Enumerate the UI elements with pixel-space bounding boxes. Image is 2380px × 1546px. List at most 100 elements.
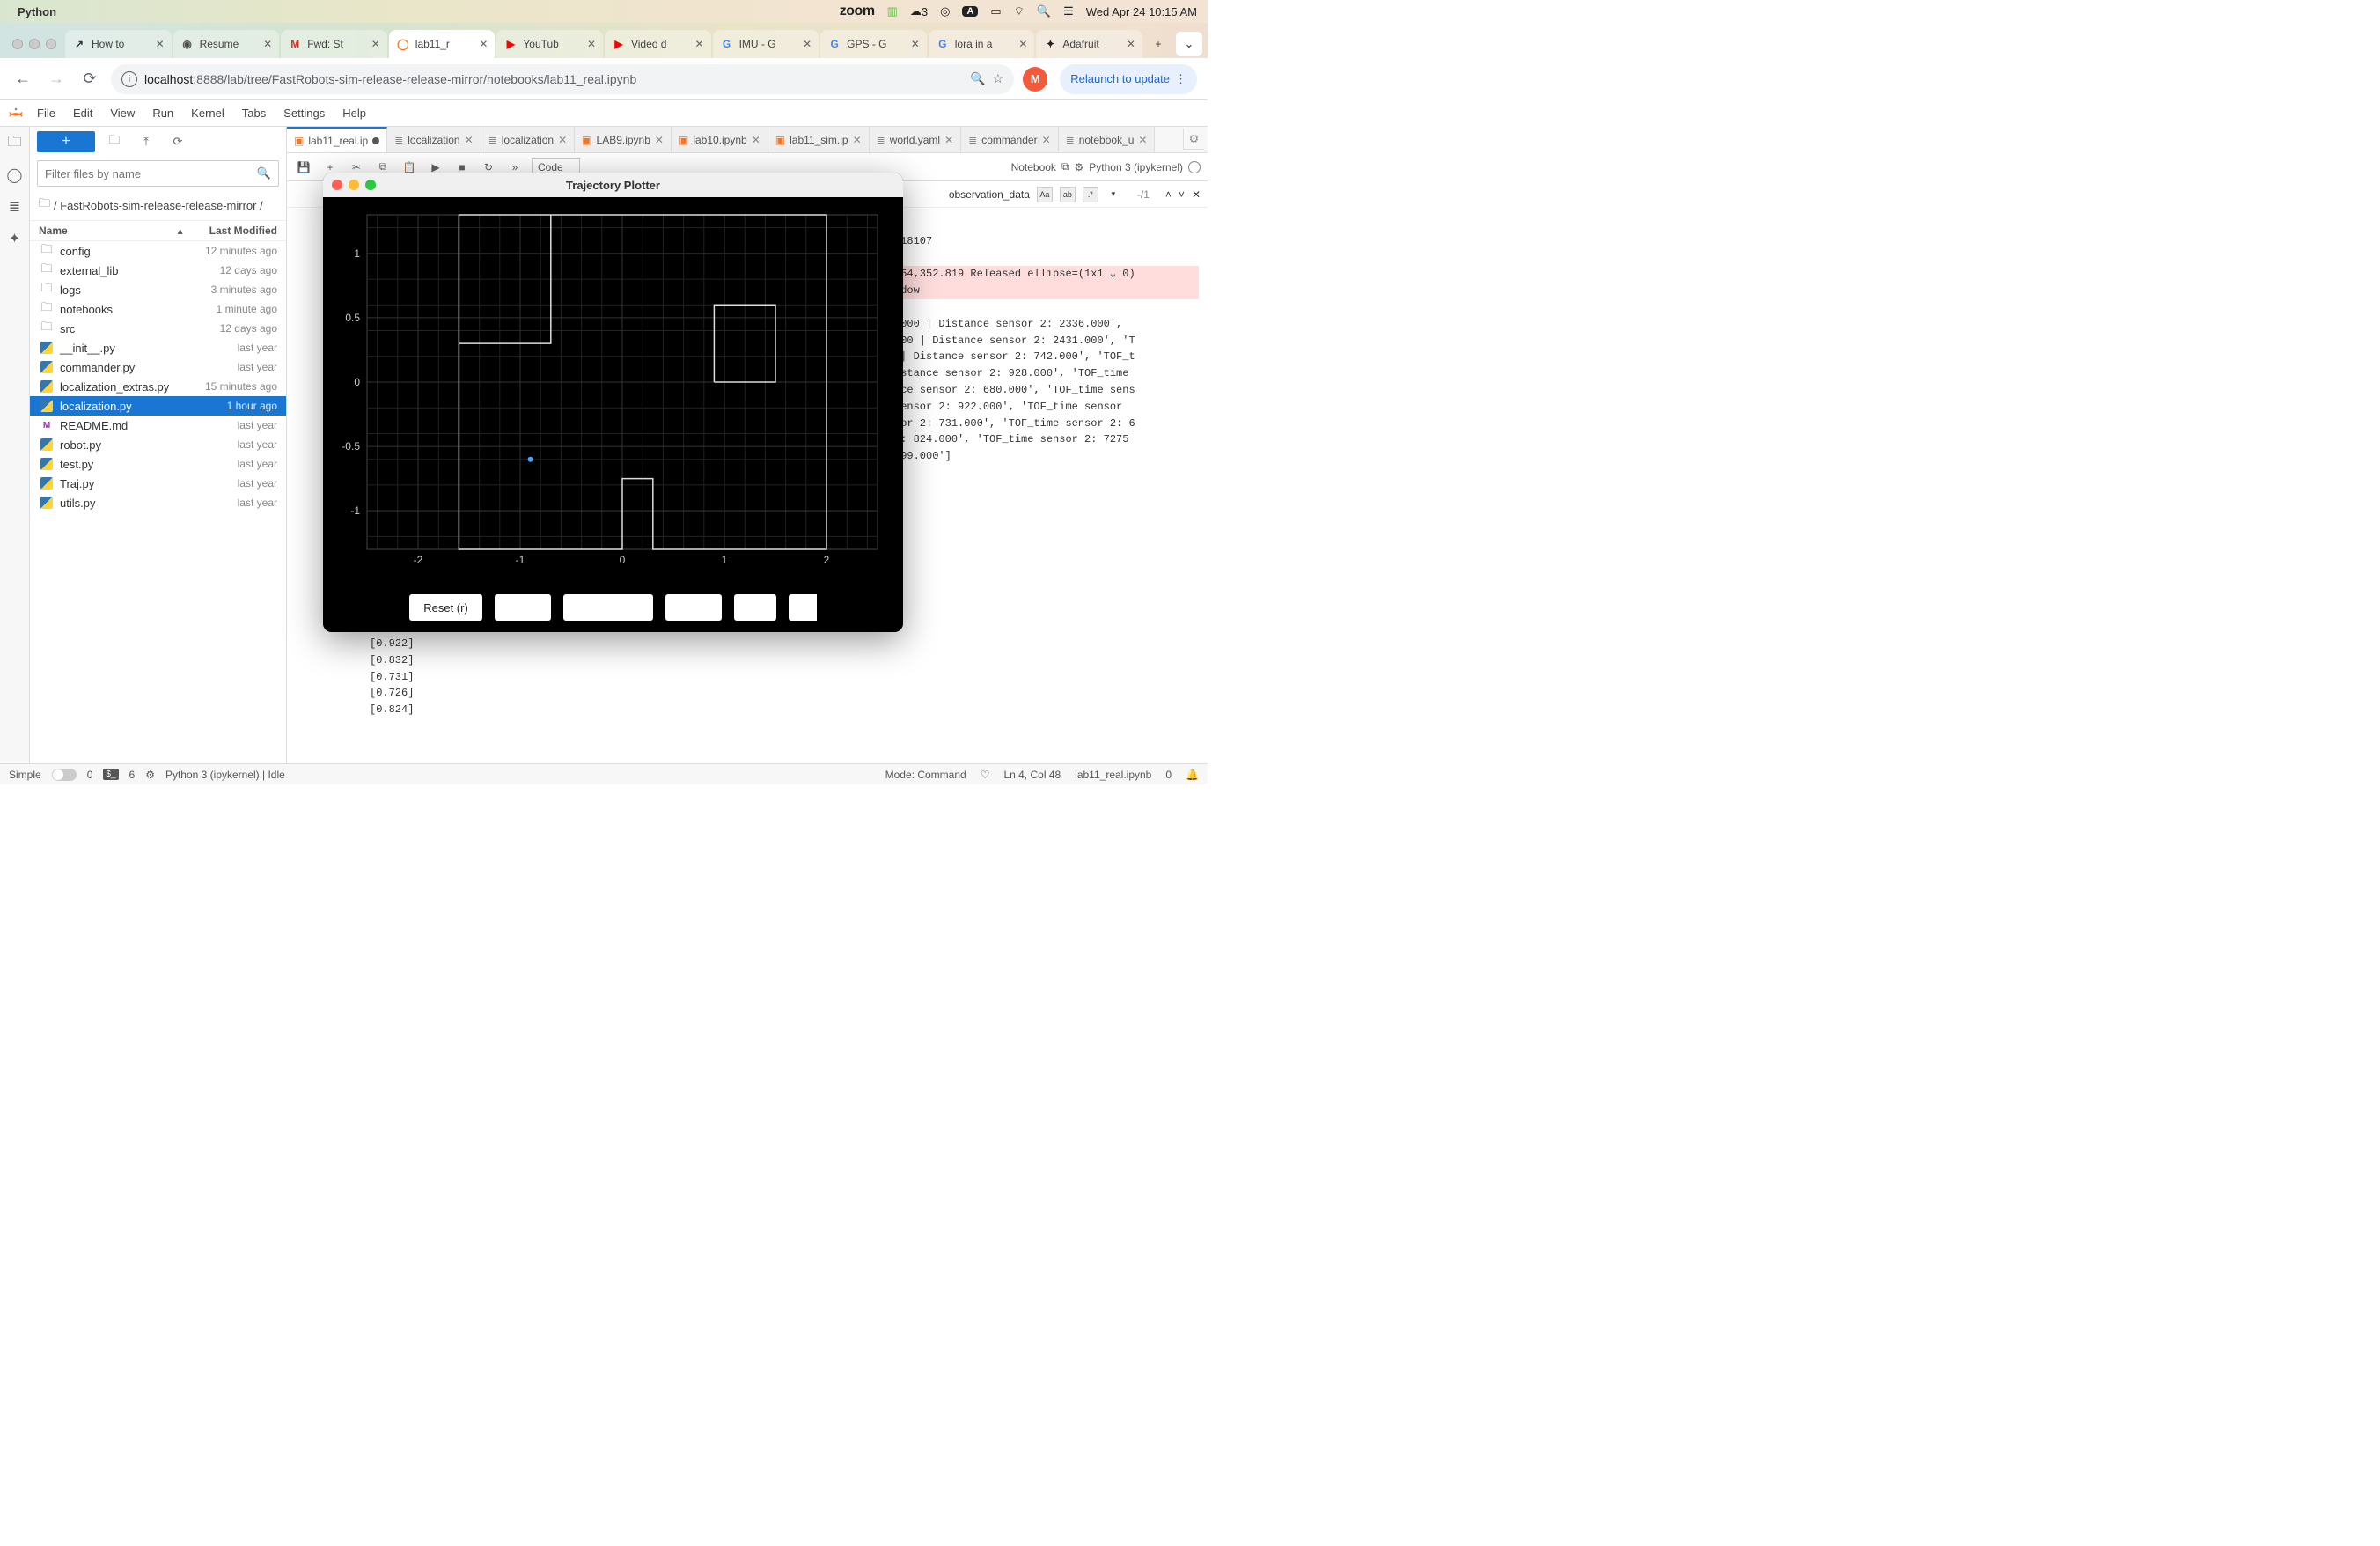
filebrowser-tab-icon[interactable]: 🗀 xyxy=(5,134,25,153)
jupyter-logo-icon[interactable] xyxy=(4,101,28,126)
kernel-name[interactable]: Python 3 (ipykernel) xyxy=(1089,161,1183,173)
close-tab-icon[interactable]: ✕ xyxy=(909,38,922,50)
browser-tab[interactable]: ◯lab11_r✕ xyxy=(389,30,496,58)
new-folder-button[interactable]: 🗀 xyxy=(102,131,127,152)
log-count[interactable]: 0 xyxy=(1165,769,1172,781)
close-tab-icon[interactable]: ✕ xyxy=(154,38,166,50)
close-window-button[interactable] xyxy=(12,39,23,49)
document-tab[interactable]: ≣notebook_u✕ xyxy=(1059,127,1156,152)
close-tab-icon[interactable]: ✕ xyxy=(558,134,567,146)
file-row[interactable]: 🗀notebooks1 minute ago xyxy=(30,299,286,319)
breadcrumb[interactable]: 🗀 / FastRobots-sim-release-release-mirro… xyxy=(30,190,286,220)
close-search-button[interactable]: ✕ xyxy=(1192,188,1201,201)
document-tab[interactable]: ▣lab10.ipynb✕ xyxy=(672,127,768,152)
spotlight-icon[interactable]: 🔍 xyxy=(1037,4,1051,18)
menu-view[interactable]: View xyxy=(101,101,143,126)
new-tab-button[interactable]: + xyxy=(1144,30,1171,58)
plotter-minimize-button[interactable] xyxy=(349,180,359,190)
menu-file[interactable]: File xyxy=(28,101,64,126)
current-file[interactable]: lab11_real.ipynb xyxy=(1075,769,1151,781)
zoom-menu[interactable]: zoom xyxy=(840,4,875,19)
file-row[interactable]: 🗀logs3 minutes ago xyxy=(30,280,286,299)
close-tab-icon[interactable]: ✕ xyxy=(585,38,598,50)
file-filter-box[interactable]: 🔍 xyxy=(37,160,279,187)
address-bar[interactable]: i localhost:8888/lab/tree/FastRobots-sim… xyxy=(111,64,1014,94)
browser-tab[interactable]: Glora in a✕ xyxy=(929,30,1035,58)
document-tab[interactable]: ≣commander✕ xyxy=(961,127,1058,152)
site-info-icon[interactable]: i xyxy=(121,71,137,87)
extensions-tab-icon[interactable]: ✦ xyxy=(5,229,25,248)
file-row[interactable]: MREADME.mdlast year xyxy=(30,416,286,435)
close-tab-icon[interactable]: ✕ xyxy=(370,38,382,50)
wifi-icon[interactable]: ⌔ xyxy=(1014,4,1025,18)
close-tab-icon[interactable]: ✕ xyxy=(853,134,862,146)
close-tab-icon[interactable]: ✕ xyxy=(1042,134,1051,146)
minimize-window-button[interactable] xyxy=(29,39,40,49)
file-row[interactable]: Traj.pylast year xyxy=(30,474,286,493)
notification-icon[interactable]: 🔔 xyxy=(1186,769,1199,781)
airdrop-icon[interactable]: ◎ xyxy=(940,4,950,18)
open-in-label[interactable]: Notebook xyxy=(1011,161,1056,173)
document-tab[interactable]: ▣lab11_real.ip xyxy=(287,127,387,152)
terminals-icon[interactable]: $_ xyxy=(103,769,118,780)
android-icon[interactable]: ▥ xyxy=(887,4,898,18)
plotter-button-5[interactable] xyxy=(734,594,776,621)
file-row[interactable]: localization.py1 hour ago xyxy=(30,396,286,416)
close-tab-icon[interactable]: ✕ xyxy=(801,38,813,50)
external-link-icon[interactable]: ⧉ xyxy=(1061,160,1069,173)
reload-button[interactable]: ⟳ xyxy=(77,67,102,92)
zoom-window-button[interactable] xyxy=(46,39,56,49)
close-tab-icon[interactable]: ✕ xyxy=(261,38,274,50)
forward-button[interactable]: → xyxy=(44,67,69,92)
close-tab-icon[interactable]: ✕ xyxy=(944,134,953,146)
close-tab-icon[interactable]: ✕ xyxy=(465,134,474,146)
plotter-button-3[interactable] xyxy=(563,594,653,621)
bookmark-icon[interactable]: ☆ xyxy=(993,71,1004,86)
regex-button[interactable]: .* xyxy=(1083,187,1098,202)
line-col[interactable]: Ln 4, Col 48 xyxy=(1003,769,1061,781)
menu-settings[interactable]: Settings xyxy=(275,101,334,126)
menu-kernel[interactable]: Kernel xyxy=(182,101,233,126)
file-row[interactable]: localization_extras.py15 minutes ago xyxy=(30,377,286,396)
document-tab[interactable]: ▣lab11_sim.ip✕ xyxy=(768,127,870,152)
settings-gear-icon[interactable]: ⚙ xyxy=(1183,129,1204,150)
plotter-button-4[interactable] xyxy=(665,594,722,621)
file-row[interactable]: robot.pylast year xyxy=(30,435,286,454)
browser-tab[interactable]: GGPS - G✕ xyxy=(820,30,927,58)
kernel-settings-icon[interactable]: ⚙ xyxy=(1075,161,1084,173)
close-tab-icon[interactable]: ✕ xyxy=(1125,38,1137,50)
file-row[interactable]: utils.pylast year xyxy=(30,493,286,512)
file-row[interactable]: 🗀src12 days ago xyxy=(30,319,286,338)
file-row[interactable]: 🗀external_lib12 days ago xyxy=(30,261,286,280)
plotter-button-2[interactable] xyxy=(495,594,551,621)
menu-tabs[interactable]: Tabs xyxy=(233,101,275,126)
close-tab-icon[interactable]: ✕ xyxy=(655,134,664,146)
browser-tab[interactable]: ✦Adafruit✕ xyxy=(1036,30,1142,58)
col-modified[interactable]: Last Modified xyxy=(209,225,277,237)
close-tab-icon[interactable]: ✕ xyxy=(752,134,760,146)
browser-tab[interactable]: ▶Video d✕ xyxy=(605,30,711,58)
browser-tab[interactable]: ↗How to✕ xyxy=(65,30,172,58)
close-tab-icon[interactable]: ✕ xyxy=(1017,38,1029,50)
close-tab-icon[interactable]: ✕ xyxy=(1138,134,1147,146)
close-tab-icon[interactable]: ✕ xyxy=(694,38,706,50)
reset-button[interactable]: Reset (r) xyxy=(409,594,482,621)
kernel-status-text[interactable]: Python 3 (ipykernel) | Idle xyxy=(165,769,285,781)
wechat-icon[interactable]: ☁ 3 xyxy=(910,4,928,18)
kernels-count[interactable]: 6 xyxy=(129,769,136,781)
relaunch-button[interactable]: Relaunch to update⋮ xyxy=(1060,64,1197,94)
input-source-icon[interactable]: A xyxy=(962,6,978,17)
browser-tab[interactable]: ▶YouTub✕ xyxy=(496,30,603,58)
running-tab-icon[interactable]: ◯ xyxy=(5,166,25,185)
new-launcher-button[interactable]: + xyxy=(37,131,95,152)
file-row[interactable]: commander.pylast year xyxy=(30,357,286,377)
match-case-button[interactable]: Aa xyxy=(1037,187,1053,202)
refresh-files-button[interactable]: ⟳ xyxy=(165,131,190,152)
menu-run[interactable]: Run xyxy=(143,101,182,126)
plotter-close-button[interactable] xyxy=(332,180,342,190)
document-tab[interactable]: ≣localization✕ xyxy=(387,127,481,152)
app-name[interactable]: Python xyxy=(18,5,56,18)
file-row[interactable]: test.pylast year xyxy=(30,454,286,474)
close-tab-icon[interactable]: ✕ xyxy=(477,38,489,50)
battery-icon[interactable]: ▭ xyxy=(990,4,1001,18)
